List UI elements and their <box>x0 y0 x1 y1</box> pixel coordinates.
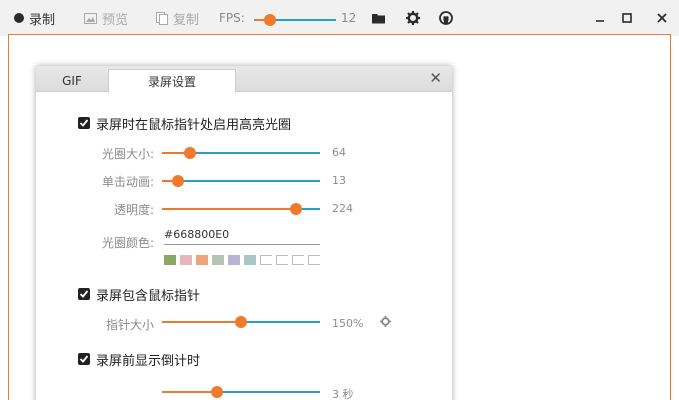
countdown-slider[interactable] <box>162 385 320 399</box>
maximize-icon[interactable] <box>614 0 640 36</box>
opacity-value: 224 <box>332 202 353 215</box>
tab-gif[interactable]: GIF <box>36 69 108 92</box>
cursor-size-label: 指针大小 <box>105 318 154 332</box>
color-swatch[interactable] <box>164 255 176 265</box>
empty-color-swatch[interactable] <box>276 255 288 265</box>
click-animation-slider-thumb[interactable] <box>171 175 184 187</box>
github-icon[interactable] <box>433 0 459 36</box>
folder-icon[interactable] <box>366 0 392 36</box>
tab-bar: GIF 录屏设置 ✕ <box>36 66 452 93</box>
color-swatch[interactable] <box>180 255 192 265</box>
close-icon[interactable] <box>649 0 675 36</box>
copy-label: 复制 <box>173 12 200 28</box>
settings-dialog: GIF 录屏设置 ✕ 录屏时在鼠标指针处启用高亮光圈 光圈大小: 64 单击动画… <box>36 66 452 400</box>
include-cursor-checkbox[interactable] <box>78 288 90 300</box>
color-swatch[interactable] <box>244 255 256 265</box>
title-bar: 录制 预览 复制 FPS: 12 <box>0 0 679 36</box>
click-animation-slider[interactable] <box>162 174 320 188</box>
fps-label: FPS: <box>219 11 245 25</box>
empty-color-swatch[interactable] <box>292 255 304 265</box>
opacity-slider-thumb[interactable] <box>290 203 303 215</box>
countdown-value: 3 秒 <box>332 388 354 400</box>
countdown-slider-thumb[interactable] <box>211 386 224 398</box>
circle-color-label: 光圈颜色: <box>101 236 154 250</box>
minimize-icon[interactable] <box>587 0 613 36</box>
empty-color-swatch[interactable] <box>260 255 272 265</box>
record-dot-icon <box>14 13 24 23</box>
click-animation-label: 单击动画: <box>101 175 154 189</box>
cursor-size-slider-thumb[interactable] <box>235 316 247 328</box>
cursor-size-value: 150% <box>332 317 364 330</box>
cursor-size-slider[interactable] <box>162 315 320 329</box>
copy-button[interactable]: 复制 <box>156 0 199 36</box>
circle-size-slider-thumb[interactable] <box>184 147 197 159</box>
checkmark-icon <box>79 119 89 127</box>
gear-icon[interactable] <box>400 0 426 36</box>
circle-color-input[interactable]: #668800E0 <box>164 228 320 245</box>
countdown-checkbox-label: 录屏前显示倒计时 <box>96 354 201 369</box>
countdown-checkbox[interactable] <box>78 353 90 365</box>
fps-slider-thumb[interactable] <box>264 14 277 26</box>
image-icon <box>84 12 97 24</box>
record-button[interactable]: 录制 <box>14 0 55 36</box>
record-label: 录制 <box>29 12 56 28</box>
highlight-checkbox-label: 录屏时在鼠标指针处启用高亮光圈 <box>96 118 292 133</box>
color-swatch[interactable] <box>228 255 240 265</box>
preview-button[interactable]: 预览 <box>84 0 128 36</box>
preview-label: 预览 <box>102 12 129 28</box>
checkmark-icon <box>79 355 89 363</box>
dialog-close-icon[interactable]: ✕ <box>429 71 442 86</box>
fps-value: 12 <box>341 11 357 25</box>
checkmark-icon <box>79 290 89 298</box>
include-cursor-checkbox-label: 录屏包含鼠标指针 <box>96 289 201 304</box>
copy-icon <box>156 11 168 25</box>
tab-record-settings[interactable]: 录屏设置 <box>108 69 236 93</box>
circle-size-slider[interactable] <box>162 146 320 160</box>
fps-slider[interactable] <box>254 13 336 27</box>
circle-size-value: 64 <box>332 146 346 159</box>
empty-color-swatch[interactable] <box>308 255 320 265</box>
color-swatches <box>164 255 320 265</box>
click-animation-value: 13 <box>332 174 346 187</box>
highlight-checkbox[interactable] <box>78 117 90 129</box>
circle-size-label: 光圈大小: <box>101 147 154 161</box>
cursor-settings-gear-icon[interactable] <box>380 316 391 330</box>
opacity-label: 透明度: <box>113 203 154 217</box>
opacity-slider[interactable] <box>162 202 320 216</box>
color-swatch[interactable] <box>196 255 208 265</box>
color-swatch[interactable] <box>212 255 224 265</box>
